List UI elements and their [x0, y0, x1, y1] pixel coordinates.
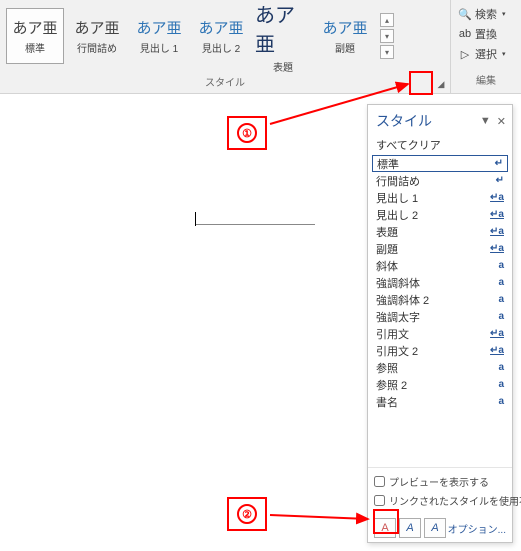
- style-name: 斜体: [376, 258, 398, 274]
- edit-menu-item[interactable]: ab置換: [455, 24, 517, 44]
- style-name: 強調太字: [376, 309, 420, 325]
- style-name: 見出し 2: [376, 207, 418, 223]
- gallery-down-button[interactable]: ▾: [380, 29, 394, 43]
- style-list-item[interactable]: 行間詰め ↵: [372, 172, 508, 189]
- style-name: 強調斜体: [376, 275, 420, 291]
- style-name: 参照: [376, 360, 398, 376]
- style-name: 行間詰め: [376, 173, 420, 189]
- style-name: 標準: [377, 156, 399, 172]
- style-list-item[interactable]: 書名 a: [372, 393, 508, 410]
- style-inspector-button[interactable]: A: [399, 518, 421, 538]
- style-preview-text: あア亜: [255, 0, 311, 57]
- show-preview-checkbox[interactable]: プレビューを表示する: [374, 472, 506, 491]
- style-name: 副題: [376, 241, 398, 257]
- manage-styles-button[interactable]: A: [424, 518, 446, 538]
- style-list: 標準↵行間詰め↵見出し 1↵a見出し 2↵a表題↵a副題↵a斜体a強調斜体a強調…: [368, 155, 512, 467]
- gallery-scroll: ▴ ▾ ▾: [378, 9, 396, 63]
- style-type-icon: a: [498, 311, 504, 322]
- edit-group-label: 編集: [455, 70, 517, 89]
- style-list-item[interactable]: 引用文 ↵a: [372, 325, 508, 342]
- style-list-item[interactable]: 斜体 a: [372, 257, 508, 274]
- style-label-text: 副題: [335, 40, 355, 55]
- pane-close-icon[interactable]: ✕: [497, 115, 506, 128]
- style-label-text: 見出し 2: [202, 40, 240, 55]
- style-type-icon: ↵: [495, 158, 503, 169]
- style-gallery-item[interactable]: あア亜副題: [316, 8, 374, 64]
- style-preview-text: あア亜: [136, 17, 181, 38]
- pane-menu-icon[interactable]: ▼: [480, 115, 491, 128]
- style-list-item[interactable]: 参照 a: [372, 359, 508, 376]
- gallery-more-button[interactable]: ▾: [380, 45, 394, 59]
- style-gallery-item[interactable]: あア亜見出し 1: [130, 8, 188, 64]
- edit-item-icon: ab: [458, 27, 472, 41]
- edit-menu-item[interactable]: ▷選択 ▾: [455, 44, 517, 64]
- edit-item-label: 検索: [475, 6, 497, 22]
- style-name: 強調斜体 2: [376, 292, 429, 308]
- style-type-icon: a: [498, 396, 504, 407]
- style-preview-text: あア亜: [74, 17, 119, 38]
- style-name: 表題: [376, 224, 398, 240]
- style-list-item[interactable]: 強調斜体 2 a: [372, 291, 508, 308]
- style-type-icon: ↵a: [490, 328, 504, 339]
- style-name: 引用文 2: [376, 343, 418, 359]
- options-link[interactable]: オプション...: [448, 521, 506, 536]
- style-type-icon: a: [498, 294, 504, 305]
- style-label-text: 標準: [25, 40, 45, 55]
- gallery-up-button[interactable]: ▴: [380, 13, 394, 27]
- style-type-icon: a: [498, 260, 504, 271]
- edit-item-label: 置換: [475, 26, 497, 42]
- style-label-text: 行間詰め: [77, 40, 117, 55]
- style-preview-text: あア亜: [322, 17, 367, 38]
- style-gallery-item[interactable]: あア亜行間詰め: [68, 8, 126, 64]
- style-list-item[interactable]: 参照 2 a: [372, 376, 508, 393]
- styles-group: あア亜標準あア亜行間詰めあア亜見出し 1あア亜見出し 2あア亜表題あア亜副題 ▴…: [0, 0, 450, 93]
- style-list-item[interactable]: 強調太字 a: [372, 308, 508, 325]
- style-list-item[interactable]: 副題 ↵a: [372, 240, 508, 257]
- style-list-item[interactable]: 標準 ↵: [372, 155, 508, 172]
- edit-group: 🔍検索▾ab置換▷選択▾ 編集: [451, 0, 521, 93]
- style-name: 参照 2: [376, 377, 407, 393]
- style-name: 引用文: [376, 326, 409, 342]
- style-type-icon: ↵a: [490, 192, 504, 203]
- edit-item-label: 選択: [475, 46, 497, 62]
- style-name: 書名: [376, 394, 398, 410]
- style-type-icon: ↵a: [490, 345, 504, 356]
- style-gallery-item[interactable]: あア亜標準: [6, 8, 64, 64]
- style-list-item[interactable]: 強調斜体 a: [372, 274, 508, 291]
- style-type-icon: a: [498, 277, 504, 288]
- style-type-icon: ↵a: [490, 243, 504, 254]
- styles-group-label: スタイル ◢: [0, 72, 450, 93]
- dropdown-icon: ▾: [502, 10, 506, 18]
- style-gallery-item[interactable]: あア亜表題: [254, 8, 312, 64]
- styles-dialog-launcher-icon[interactable]: ◢: [434, 77, 448, 91]
- style-type-icon: ↵a: [490, 226, 504, 237]
- edit-menu-item[interactable]: 🔍検索 ▾: [455, 4, 517, 24]
- pane-title: スタイル: [376, 111, 432, 131]
- style-preview-text: あア亜: [198, 17, 243, 38]
- style-name: 見出し 1: [376, 190, 418, 206]
- style-gallery-item[interactable]: あア亜見出し 2: [192, 8, 250, 64]
- style-gallery: あア亜標準あア亜行間詰めあア亜見出し 1あア亜見出し 2あア亜表題あア亜副題 ▴…: [0, 0, 450, 72]
- style-type-icon: ↵a: [490, 209, 504, 220]
- styles-pane: スタイル ▼ ✕ すべてクリア 標準↵行間詰め↵見出し 1↵a見出し 2↵a表題…: [367, 104, 513, 543]
- style-list-item[interactable]: 見出し 1 ↵a: [372, 189, 508, 206]
- dropdown-icon: ▾: [502, 50, 506, 58]
- new-style-button[interactable]: A̲: [374, 518, 396, 538]
- style-label-text: 見出し 1: [140, 40, 178, 55]
- ribbon: あア亜標準あア亜行間詰めあア亜見出し 1あア亜見出し 2あア亜表題あア亜副題 ▴…: [0, 0, 521, 94]
- style-type-icon: a: [498, 379, 504, 390]
- edit-item-icon: 🔍: [458, 7, 472, 21]
- document-area[interactable]: [0, 94, 366, 551]
- style-preview-text: あア亜: [12, 17, 57, 38]
- clear-all-button[interactable]: すべてクリア: [368, 133, 512, 155]
- style-list-item[interactable]: 引用文 2 ↵a: [372, 342, 508, 359]
- style-list-item[interactable]: 見出し 2 ↵a: [372, 206, 508, 223]
- style-type-icon: ↵: [496, 175, 504, 186]
- style-list-item[interactable]: 表題 ↵a: [372, 223, 508, 240]
- disable-linked-checkbox[interactable]: リンクされたスタイルを使用不可にする: [374, 491, 506, 510]
- style-type-icon: a: [498, 362, 504, 373]
- text-cursor: [195, 224, 315, 225]
- edit-item-icon: ▷: [458, 47, 472, 61]
